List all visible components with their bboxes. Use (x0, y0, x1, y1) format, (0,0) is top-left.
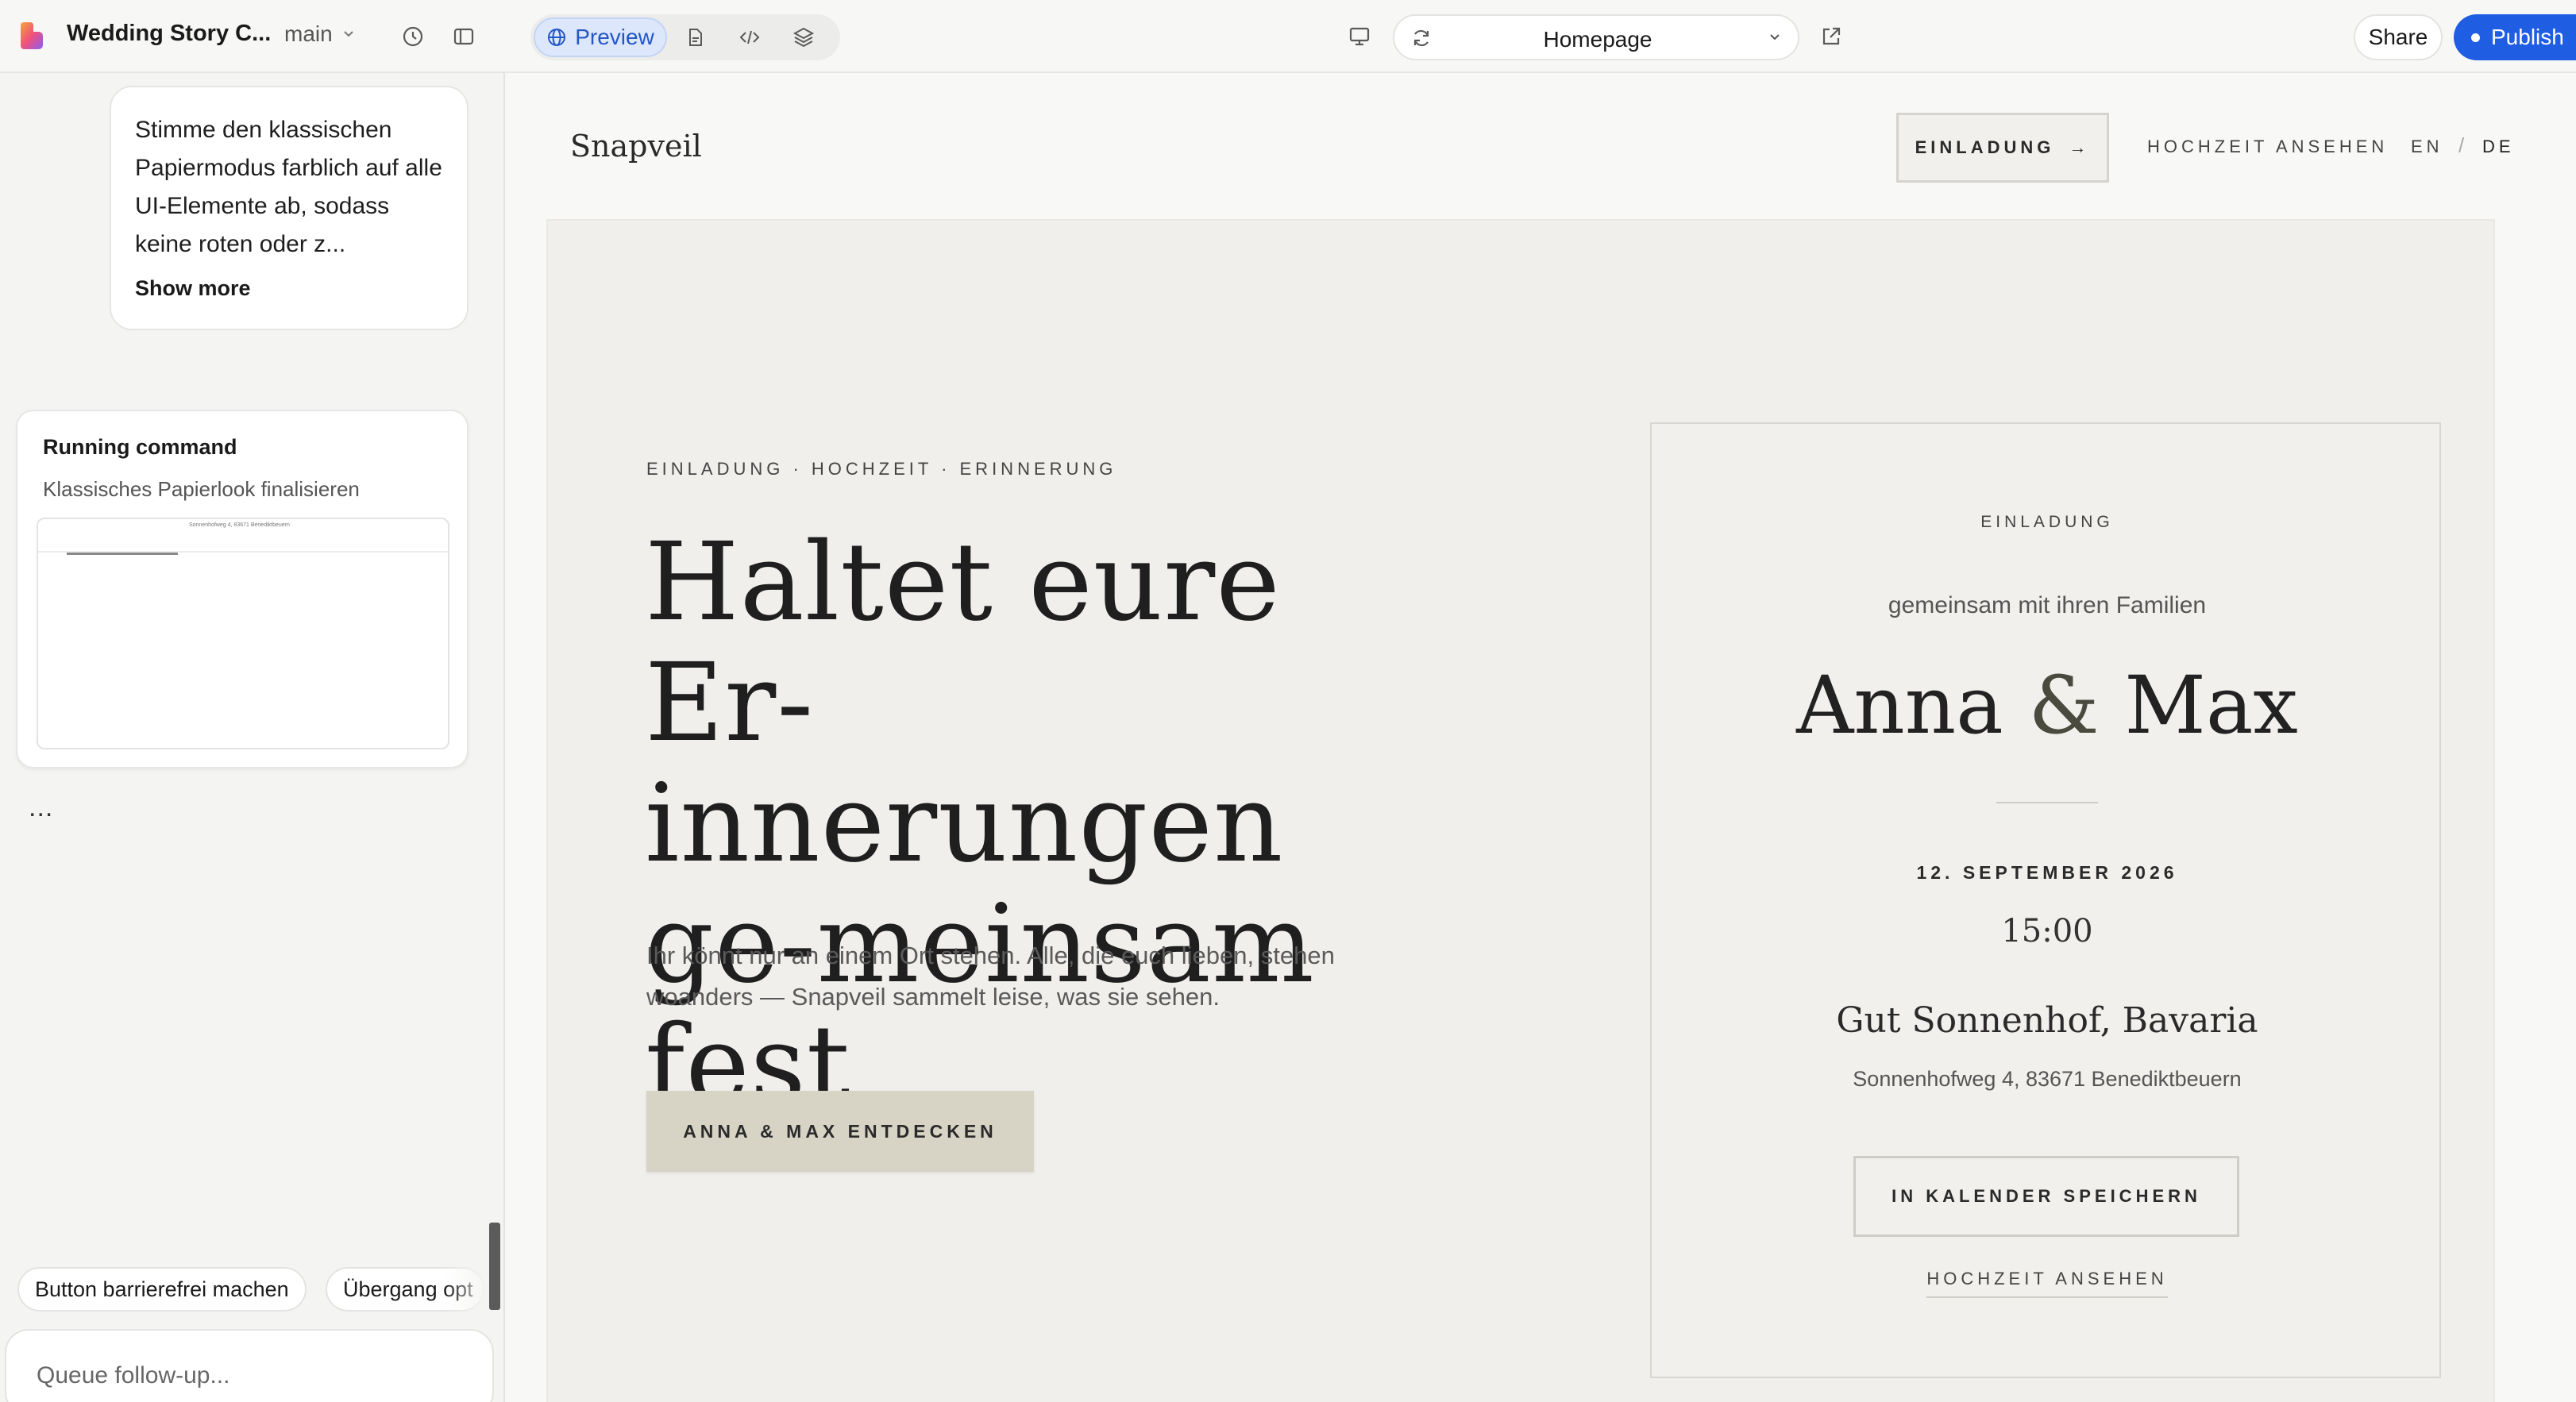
card-divider (1996, 802, 2098, 803)
user-message: Stimme den klassischen Papiermodus farbl… (110, 86, 469, 330)
thumbnail-header: Sonnenhofweg 4, 83671 Benediktbeuern (38, 519, 448, 553)
site-brand[interactable]: Snapveil (570, 129, 702, 164)
hero-body-text: Ihr könnt nur an einem Ort stehen. Alle,… (646, 942, 1335, 1011)
card-eyebrow: EINLADUNG (1980, 513, 2114, 531)
explore-couple-button[interactable]: ANNA & MAX ENTDECKEN (646, 1091, 1034, 1172)
card-watch-wedding: HOCHZEIT ANSEHEN (1652, 1269, 2443, 1298)
page-selector[interactable]: Homepage (1393, 14, 1799, 60)
code-icon[interactable] (732, 20, 767, 55)
globe-icon (548, 29, 566, 46)
suggestion-chip-accessibility[interactable]: Button barrierefrei machen (17, 1267, 307, 1311)
view-mode-switch: Preview (530, 14, 840, 60)
save-to-calendar-button[interactable]: IN KALENDER SPEICHERN (1853, 1156, 2239, 1237)
preview-thumbnail[interactable]: Sonnenhofweg 4, 83671 Benediktbeuern (37, 518, 449, 749)
scrollbar[interactable] (489, 1223, 500, 1310)
chevron-down-icon (343, 31, 353, 37)
user-message-text: Stimme den klassischen Papiermodus farbl… (135, 117, 442, 257)
ampersand: & (2028, 659, 2100, 752)
name-first: Anna (1796, 659, 2003, 752)
wedding-date: 12. SEPTEMBER 2026 (1916, 862, 2178, 883)
status-dot-icon (2471, 33, 2480, 42)
thumbnail-divider (67, 553, 178, 555)
card-watch-wedding-link[interactable]: HOCHZEIT ANSEHEN (1926, 1269, 2168, 1298)
app-logo-icon (21, 22, 43, 49)
history-icon[interactable] (395, 19, 430, 54)
preview-tab[interactable]: Preview (534, 17, 667, 57)
lang-separator: / (2458, 133, 2465, 157)
publish-button[interactable]: Publish (2454, 14, 2576, 60)
wedding-time: 15:00 (2001, 913, 2093, 949)
running-command-subtitle: Klassisches Papierlook finalisieren (43, 477, 360, 501)
nav-watch-wedding-link[interactable]: HOCHZEIT ANSEHEN (2147, 137, 2388, 157)
site-preview: Snapveil EINLADUNG → HOCHZEIT ANSEHEN EN… (507, 73, 2576, 1402)
lang-de-link[interactable]: DE (2482, 137, 2515, 157)
queue-follow-up-input[interactable]: Queue follow-up... (5, 1329, 494, 1402)
hero-section: EINLADUNG · HOCHZEIT · ERINNERUNG Haltet… (546, 219, 2495, 1402)
branch-label: main (284, 21, 333, 46)
publish-label: Publish (2491, 25, 2564, 49)
name-second: Max (2124, 659, 2298, 752)
nav-invitation-label: EINLADUNG (1915, 137, 2055, 157)
show-more-button[interactable]: Show more (135, 276, 443, 301)
chat-panel: Stimme den klassischen Papiermodus farbl… (0, 73, 505, 1402)
running-command-title: Running command (43, 435, 237, 459)
invitation-card: EINLADUNG gemeinsam mit ihren Familien A… (1650, 422, 2441, 1378)
page-selector-label: Homepage (1543, 27, 1652, 52)
desktop-view-icon[interactable] (1342, 19, 1377, 54)
lang-en-link[interactable]: EN (2411, 137, 2443, 157)
chevron-down-icon (1770, 34, 1780, 40)
arrow-right-icon: → (2069, 137, 2091, 157)
open-external-icon[interactable] (1814, 19, 1849, 54)
sidebar-toggle-icon[interactable] (446, 19, 481, 54)
project-title[interactable]: Wedding Story C... (67, 21, 271, 47)
hero-eyebrow: EINLADUNG · HOCHZEIT · ERINNERUNG (646, 459, 1117, 479)
file-icon[interactable] (678, 20, 713, 55)
card-together-text: gemeinsam mit ihren Familien (1888, 592, 2207, 618)
venue-name: Gut Sonnenhof, Bavaria (1836, 1000, 2258, 1041)
share-button[interactable]: Share (2354, 14, 2443, 60)
suggestion-fade (445, 1267, 492, 1311)
preview-label: Preview (575, 25, 654, 49)
top-bar: Wedding Story C... main Preview Homepage (0, 0, 2576, 73)
couple-names: Anna & Max (1652, 659, 2443, 752)
branch-selector[interactable]: main (284, 21, 357, 47)
hero-headline: Haltet eure Er-innerungen ge-meinsam fes… (645, 520, 1315, 1128)
venue-address: Sonnenhofweg 4, 83671 Benediktbeuern (1853, 1067, 2242, 1091)
layers-icon[interactable] (786, 20, 821, 55)
thumbnail-text: Sonnenhofweg 4, 83671 Benediktbeuern (189, 522, 290, 528)
typing-indicator: ... (29, 792, 54, 822)
running-command-card: Running command Klassisches Papierlook f… (16, 410, 469, 768)
nav-invitation-button[interactable]: EINLADUNG → (1896, 113, 2109, 183)
